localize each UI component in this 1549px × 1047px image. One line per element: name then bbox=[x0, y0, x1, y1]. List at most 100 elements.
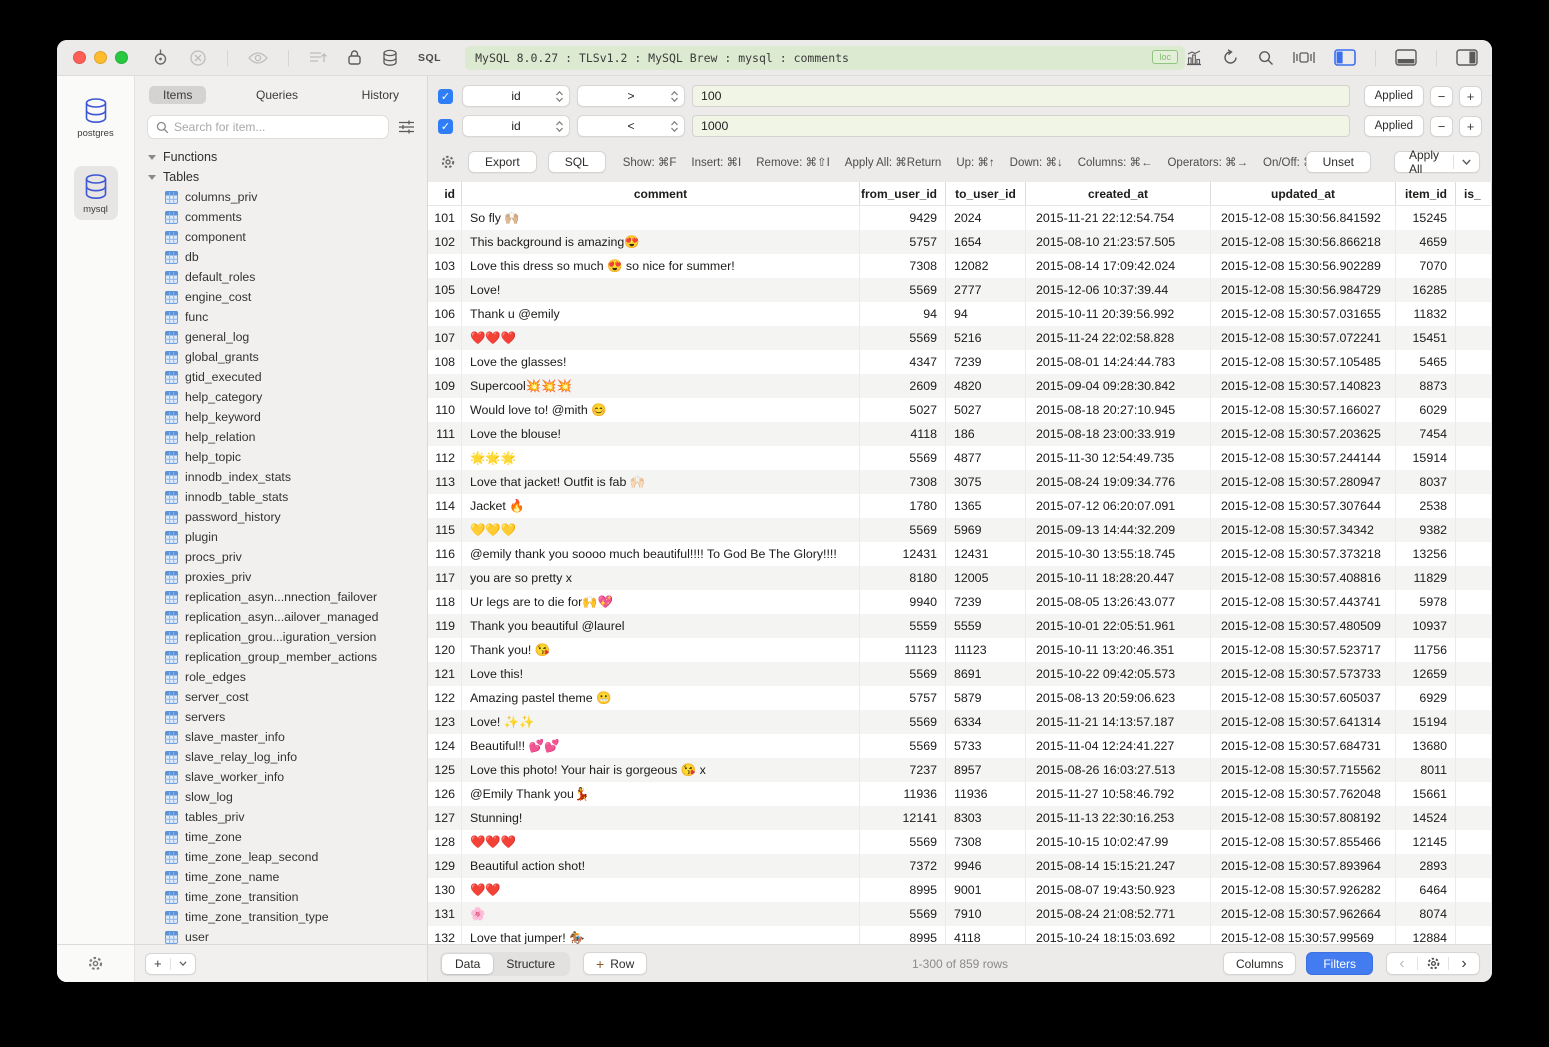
filter-remove-button[interactable]: − bbox=[1430, 116, 1453, 137]
sidebar-table-item[interactable]: time_zone_name bbox=[135, 867, 427, 887]
sidebar-table-item[interactable]: replication_grou...iguration_version bbox=[135, 627, 427, 647]
sidebar-table-item[interactable]: component bbox=[135, 227, 427, 247]
sidebar-table-item[interactable]: columns_priv bbox=[135, 187, 427, 207]
disconnect-icon[interactable] bbox=[189, 49, 207, 67]
table-row[interactable]: 106Thank u @emily94942015-10-11 20:39:56… bbox=[428, 302, 1492, 326]
sidebar-table-item[interactable]: replication_asyn...nnection_failover bbox=[135, 587, 427, 607]
sidebar-table-item[interactable]: slave_worker_info bbox=[135, 767, 427, 787]
filter-add-button[interactable]: + bbox=[1459, 116, 1482, 137]
table-row[interactable]: 120Thank you! 😘11123111232015-10-11 13:2… bbox=[428, 638, 1492, 662]
sidebar-table-item[interactable]: gtid_executed bbox=[135, 367, 427, 387]
filter-enabled-checkbox[interactable]: ✓ bbox=[438, 119, 453, 134]
table-row[interactable]: 119Thank you beautiful @laurel5559555920… bbox=[428, 614, 1492, 638]
sidebar-table-item[interactable]: time_zone_leap_second bbox=[135, 847, 427, 867]
filters-button[interactable]: Filters bbox=[1306, 952, 1373, 975]
sidebar-table-item[interactable]: help_topic bbox=[135, 447, 427, 467]
table-row[interactable]: 122Amazing pastel theme 😬575758792015-08… bbox=[428, 686, 1492, 710]
sidebar-table-item[interactable]: slave_master_info bbox=[135, 727, 427, 747]
table-row[interactable]: 125Love this photo! Your hair is gorgeou… bbox=[428, 758, 1492, 782]
table-row[interactable]: 132Love that jumper! 🏇899541182015-10-24… bbox=[428, 926, 1492, 944]
filter-applied-button[interactable]: Applied bbox=[1364, 115, 1424, 137]
sidebar-table-item[interactable]: server_cost bbox=[135, 687, 427, 707]
table-row[interactable]: 109Supercool💥💥💥260948202015-09-04 09:28:… bbox=[428, 374, 1492, 398]
add-item-button[interactable]: + bbox=[146, 956, 170, 971]
sidebar-table-item[interactable]: tables_priv bbox=[135, 807, 427, 827]
close-window-button[interactable] bbox=[73, 51, 86, 64]
table-row[interactable]: 101So fly 🙌🏼942920242015-11-21 22:12:54.… bbox=[428, 206, 1492, 230]
table-row[interactable]: 112🌟🌟🌟556948772015-11-30 12:54:49.735201… bbox=[428, 446, 1492, 470]
sidebar-table-item[interactable]: help_category bbox=[135, 387, 427, 407]
table-row[interactable]: 113Love that jacket! Outfit is fab 🙌🏻730… bbox=[428, 470, 1492, 494]
table-row[interactable]: 126@Emily Thank you💃11936119362015-11-27… bbox=[428, 782, 1492, 806]
sidebar-table-item[interactable]: servers bbox=[135, 707, 427, 727]
sidebar-table-item[interactable]: plugin bbox=[135, 527, 427, 547]
tab-items[interactable]: Items bbox=[149, 86, 206, 104]
filter-applied-button[interactable]: Applied bbox=[1364, 85, 1424, 107]
next-page-button[interactable]: › bbox=[1449, 956, 1479, 972]
column-header-id[interactable]: id bbox=[428, 182, 462, 205]
lock-icon[interactable] bbox=[347, 49, 362, 66]
filter-enabled-checkbox[interactable]: ✓ bbox=[438, 89, 453, 104]
sidebar-table-item[interactable]: proxies_priv bbox=[135, 567, 427, 587]
table-row[interactable]: 103Love this dress so much 😍 so nice for… bbox=[428, 254, 1492, 278]
gear-icon[interactable] bbox=[87, 955, 104, 972]
search-icon[interactable] bbox=[1258, 50, 1274, 66]
table-row[interactable]: 130❤️❤️899590012015-08-07 19:43:50.92320… bbox=[428, 878, 1492, 902]
search-input[interactable]: Search for item... bbox=[147, 115, 389, 139]
connection-icon[interactable] bbox=[152, 49, 169, 66]
table-row[interactable]: 116@emily thank you soooo much beautiful… bbox=[428, 542, 1492, 566]
table-row[interactable]: 118Ur legs are to die for🙌💖994072392015-… bbox=[428, 590, 1492, 614]
sidebar-table-item[interactable]: comments bbox=[135, 207, 427, 227]
sidebar-table-item[interactable]: user bbox=[135, 927, 427, 944]
sidebar-table-item[interactable]: help_relation bbox=[135, 427, 427, 447]
filter-operator-select[interactable]: < bbox=[577, 115, 685, 137]
sidebar-table-item[interactable]: time_zone bbox=[135, 827, 427, 847]
table-row[interactable]: 108Love the glasses!434772392015-08-01 1… bbox=[428, 350, 1492, 374]
refresh-icon[interactable] bbox=[1222, 49, 1239, 66]
previous-page-button[interactable]: ‹ bbox=[1387, 956, 1417, 972]
sidebar-table-item[interactable]: global_grants bbox=[135, 347, 427, 367]
fullscreen-window-button[interactable] bbox=[115, 51, 128, 64]
table-row[interactable]: 127Stunning!1214183032015-11-13 22:30:16… bbox=[428, 806, 1492, 830]
sidebar-table-item[interactable]: replication_asyn...ailover_managed bbox=[135, 607, 427, 627]
table-row[interactable]: 107❤️❤️❤️556952162015-11-24 22:02:58.828… bbox=[428, 326, 1492, 350]
gear-icon[interactable] bbox=[440, 154, 456, 170]
column-header-from_user_id[interactable]: from_user_id bbox=[860, 182, 946, 205]
table-row[interactable]: 129Beautiful action shot!737299462015-08… bbox=[428, 854, 1492, 878]
tab-queries[interactable]: Queries bbox=[242, 86, 312, 104]
sql-editor-icon[interactable]: SQL bbox=[418, 52, 441, 64]
sidebar-table-item[interactable]: slave_relay_log_info bbox=[135, 747, 427, 767]
table-row[interactable]: 121Love this!556986912015-10-22 09:42:05… bbox=[428, 662, 1492, 686]
sidebar-table-item[interactable]: slow_log bbox=[135, 787, 427, 807]
sidebar-table-item[interactable]: role_edges bbox=[135, 667, 427, 687]
table-row[interactable]: 124Beautiful!! 💕💕556957332015-11-04 12:2… bbox=[428, 734, 1492, 758]
sidebar-table-item[interactable]: time_zone_transition bbox=[135, 887, 427, 907]
sidebar-table-item[interactable]: replication_group_member_actions bbox=[135, 647, 427, 667]
table-row[interactable]: 131🌸556979102015-08-24 21:08:52.7712015-… bbox=[428, 902, 1492, 926]
sidebar-table-item[interactable]: help_keyword bbox=[135, 407, 427, 427]
filter-operator-select[interactable]: > bbox=[577, 85, 685, 107]
table-row[interactable]: 128❤️❤️❤️556973082015-10-15 10:02:47.992… bbox=[428, 830, 1492, 854]
sql-button[interactable]: SQL bbox=[548, 151, 606, 173]
sidebar-table-item[interactable]: innodb_index_stats bbox=[135, 467, 427, 487]
table-row[interactable]: 111Love the blouse!41181862015-08-18 23:… bbox=[428, 422, 1492, 446]
table-row[interactable]: 102This background is amazing😍5757165420… bbox=[428, 230, 1492, 254]
table-row[interactable]: 114Jacket 🔥178013652015-07-12 06:20:07.0… bbox=[428, 494, 1492, 518]
filter-column-select[interactable]: id bbox=[462, 115, 570, 137]
chart-icon[interactable] bbox=[1185, 50, 1203, 66]
table-row[interactable]: 105Love!556927772015-12-06 10:37:39.4420… bbox=[428, 278, 1492, 302]
sidebar-table-item[interactable]: engine_cost bbox=[135, 287, 427, 307]
sidebar-table-item[interactable]: password_history bbox=[135, 507, 427, 527]
filter-column-select[interactable]: id bbox=[462, 85, 570, 107]
filter-add-button[interactable]: + bbox=[1459, 86, 1482, 107]
sidebar-table-item[interactable]: general_log bbox=[135, 327, 427, 347]
unset-button[interactable]: Unset bbox=[1306, 151, 1371, 173]
column-header-to_user_id[interactable]: to_user_id bbox=[946, 182, 1026, 205]
minimize-window-button[interactable] bbox=[94, 51, 107, 64]
apply-all-button[interactable]: Apply All bbox=[1394, 151, 1480, 173]
filter-remove-button[interactable]: − bbox=[1430, 86, 1453, 107]
column-header-comment[interactable]: comment bbox=[462, 182, 860, 205]
preview-eye-icon[interactable] bbox=[248, 51, 268, 65]
sidebar-table-item[interactable]: time_zone_transition_type bbox=[135, 907, 427, 927]
columns-button[interactable]: Columns bbox=[1223, 952, 1296, 975]
